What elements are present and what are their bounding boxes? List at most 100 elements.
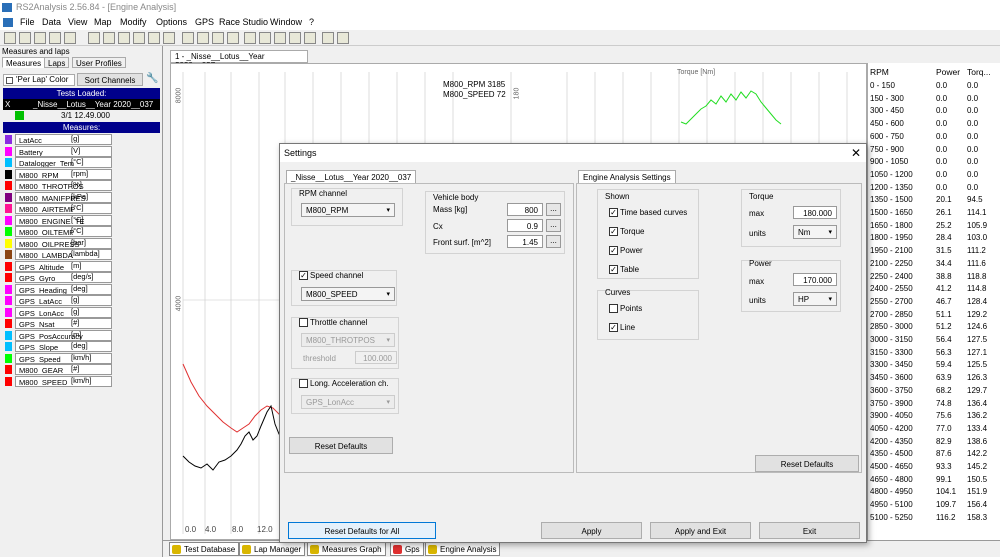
apply-button[interactable]: Apply: [541, 522, 642, 539]
mass-more-button[interactable]: ...: [546, 203, 561, 216]
speed-channel-select[interactable]: M800_SPEED ▾: [301, 287, 395, 301]
graph-zoom-icon[interactable]: [103, 32, 115, 44]
measure-color-swatch[interactable]: [5, 273, 12, 282]
menu-help[interactable]: ?: [309, 17, 314, 27]
torque-checkbox[interactable]: ✓ Torque: [609, 227, 644, 236]
measure-color-swatch[interactable]: [5, 284, 12, 294]
table-row[interactable]: 1500 - 1650 26.1 114.1: [868, 208, 1000, 221]
table-row[interactable]: 2700 - 2850 51.1 129.2: [868, 310, 1000, 323]
measure-color-swatch[interactable]: [5, 296, 12, 305]
menu-view[interactable]: View: [68, 17, 87, 27]
test-close-icon[interactable]: X: [5, 100, 10, 109]
graph-compare-icon[interactable]: [118, 32, 130, 44]
tab-laps[interactable]: Laps: [44, 57, 70, 68]
table-row[interactable]: 4500 - 4650 93.3 145.2: [868, 462, 1000, 475]
measure-item[interactable]: GPS_Altitude [m]: [3, 260, 112, 272]
measure-color-swatch[interactable]: [5, 376, 12, 386]
measure-color-swatch[interactable]: [5, 319, 12, 328]
measure-color-swatch[interactable]: [5, 181, 12, 190]
table-row[interactable]: 5100 - 5250 116.2 158.3: [868, 513, 1000, 526]
menu-modify[interactable]: Modify: [120, 17, 147, 27]
measure-item[interactable]: Battery [V]: [3, 145, 112, 157]
throttle-channel-checkbox[interactable]: Throttle channel: [299, 318, 367, 327]
reset-defaults-for-all-button[interactable]: Reset Defaults for All: [288, 522, 436, 539]
table-row[interactable]: 1350 - 1500 20.1 94.5: [868, 195, 1000, 208]
table-row[interactable]: 2550 - 2700 46.7 128.4: [868, 297, 1000, 310]
table-row[interactable]: 4050 - 4200 77.0 133.4: [868, 424, 1000, 437]
sort-channels-button[interactable]: Sort Channels: [77, 73, 143, 86]
table-row[interactable]: 3600 - 3750 68.2 129.7: [868, 386, 1000, 399]
close-icon[interactable]: ✕: [851, 146, 861, 160]
lap-icon[interactable]: [289, 32, 301, 44]
graph-cursor-icon[interactable]: [133, 32, 145, 44]
table-row[interactable]: 4950 - 5100 109.7 156.4: [868, 500, 1000, 513]
menu-race-studio[interactable]: Race Studio: [219, 17, 268, 27]
tab-engine-analysis[interactable]: Engine Analysis: [425, 542, 501, 556]
measure-item[interactable]: M800_AIRTEMP [°C]: [3, 203, 112, 214]
table-row[interactable]: 2400 - 2550 41.2 114.8: [868, 284, 1000, 297]
cx-more-button[interactable]: ...: [546, 219, 561, 232]
table-row[interactable]: 900 - 1050 0.0 0.0: [868, 157, 1000, 170]
table-row[interactable]: 2250 - 2400 38.8 118.8: [868, 272, 1000, 285]
table-row[interactable]: 3750 - 3900 74.8 136.4: [868, 399, 1000, 412]
open-folder-icon[interactable]: [4, 32, 16, 44]
points-checkbox[interactable]: Points: [609, 304, 642, 313]
measure-color-swatch[interactable]: [5, 261, 12, 271]
measure-item[interactable]: LatAcc [g]: [3, 134, 112, 145]
measure-item[interactable]: GPS_Slope [deg]: [3, 341, 112, 352]
measure-color-swatch[interactable]: [5, 169, 12, 179]
checkbox-box[interactable]: [299, 379, 308, 388]
track-icon[interactable]: [259, 32, 271, 44]
tab-engine-analysis-settings[interactable]: Engine Analysis Settings: [578, 170, 676, 183]
menu-gps[interactable]: GPS: [195, 17, 214, 27]
table-row[interactable]: 3300 - 3450 59.4 125.5: [868, 360, 1000, 373]
excel-icon[interactable]: [337, 32, 349, 44]
measure-color-swatch[interactable]: [5, 238, 12, 248]
tab-user-profiles[interactable]: User Profiles: [72, 57, 126, 68]
measure-item[interactable]: M800_MANIFPRES [kPa]: [3, 191, 112, 203]
check-icon[interactable]: ✓: [609, 246, 618, 255]
torque-units-select[interactable]: Nm ▾: [793, 225, 837, 239]
measure-item[interactable]: M800_THROTPOS [%]: [3, 180, 112, 191]
measure-item[interactable]: M800_ENGINE_TE [°C]: [3, 214, 112, 226]
measure-color-swatch[interactable]: [5, 158, 12, 167]
reset-defaults-right-button[interactable]: Reset Defaults: [755, 455, 859, 472]
document-icon[interactable]: [3, 18, 13, 27]
table-row[interactable]: 2850 - 3000 51.2 124.6: [868, 322, 1000, 335]
measure-item[interactable]: M800_LAMBDA [lambda]: [3, 249, 112, 260]
measure-color-swatch[interactable]: [5, 307, 12, 317]
menu-window[interactable]: Window: [270, 17, 302, 27]
tab-test-settings[interactable]: _Nisse__Lotus__Year 2020__037: [286, 170, 417, 183]
measure-item[interactable]: GPS_LonAcc [g]: [3, 306, 112, 318]
table-row[interactable]: 3450 - 3600 63.9 126.3: [868, 373, 1000, 386]
table-row[interactable]: 4350 - 4500 87.6 142.2: [868, 449, 1000, 462]
lap-row[interactable]: 3/1 12.49.000: [3, 110, 160, 121]
folder-sync-icon[interactable]: [64, 32, 76, 44]
measure-color-swatch[interactable]: [5, 204, 12, 213]
check-icon[interactable]: ✓: [609, 208, 618, 217]
check-icon[interactable]: ✓: [609, 265, 618, 274]
measure-item[interactable]: GPS_LatAcc [g]: [3, 295, 112, 306]
table-row[interactable]: 4200 - 4350 82.9 138.6: [868, 437, 1000, 450]
table-row[interactable]: 150 - 300 0.0 0.0: [868, 94, 1000, 107]
table-row[interactable]: 1200 - 1350 0.0 0.0: [868, 183, 1000, 196]
menu-data[interactable]: Data: [42, 17, 61, 27]
column-header-power[interactable]: Power: [936, 67, 960, 77]
checkbox-box[interactable]: [299, 318, 308, 327]
tab-test-database[interactable]: Test Database: [169, 542, 240, 556]
measure-item[interactable]: M800_RPM [rpm]: [3, 168, 112, 180]
check-icon[interactable]: ✓: [609, 227, 618, 236]
measure-color-swatch[interactable]: [5, 365, 12, 374]
wrench-icon[interactable]: 🔧: [146, 73, 158, 84]
tab-measures-graph[interactable]: Measures Graph: [307, 542, 386, 556]
table-icon[interactable]: [182, 32, 194, 44]
pen-icon[interactable]: [227, 32, 239, 44]
checkbox-box[interactable]: [6, 77, 13, 84]
bar-chart-icon[interactable]: [163, 32, 175, 44]
measure-color-swatch[interactable]: [5, 250, 12, 259]
table-row[interactable]: 1950 - 2100 31.5 111.2: [868, 246, 1000, 259]
document-tab[interactable]: 1 - _Nisse__Lotus__Year 2020__037: [170, 50, 308, 70]
line-checkbox[interactable]: ✓ Line: [609, 323, 635, 332]
table-row[interactable]: 3150 - 3300 56.3 127.1: [868, 348, 1000, 361]
table-row[interactable]: 3000 - 3150 56.4 127.5: [868, 335, 1000, 348]
